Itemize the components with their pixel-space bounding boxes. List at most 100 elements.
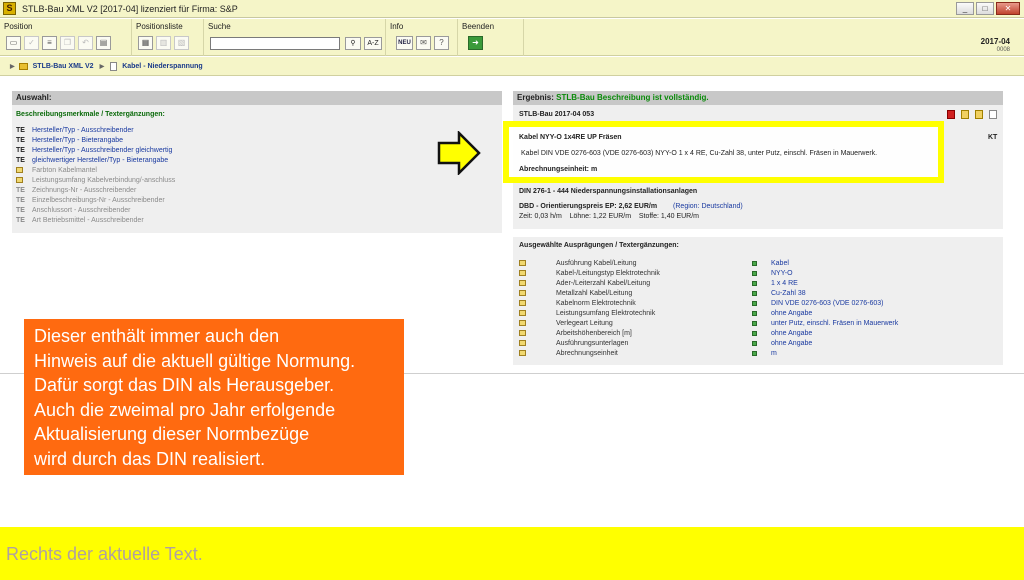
- list-item[interactable]: TE Zeichnungs-Nr - Ausschreibender: [16, 185, 136, 195]
- export-icon[interactable]: [961, 110, 969, 119]
- build-number: 0008: [996, 47, 1010, 53]
- breadcrumb-current[interactable]: Kabel - Niederspannung: [122, 63, 203, 70]
- exit-icon[interactable]: ➜: [468, 36, 483, 50]
- pdf-icon[interactable]: [947, 110, 955, 119]
- callout-line: wird durch das DIN realisiert.: [34, 448, 266, 469]
- table-row[interactable]: Kabelnorm Elektrotechnik DIN VDE 0276-603…: [519, 298, 883, 308]
- table-row[interactable]: Ausführung Kabel/Leitung Kabel: [519, 258, 789, 268]
- kt-label: KT: [988, 134, 998, 141]
- list-item[interactable]: TE Art Betriebsmittel - Ausschreibender: [16, 215, 144, 225]
- attribute-icon: [519, 330, 526, 336]
- copy-text-icon[interactable]: [975, 110, 983, 119]
- group-label-position: Position: [4, 22, 33, 31]
- value-icon: [752, 320, 757, 326]
- auswahl-header: Auswahl:: [12, 91, 502, 105]
- help-button[interactable]: ?: [434, 36, 449, 50]
- neu-button[interactable]: NEU: [396, 36, 413, 50]
- maximize-button[interactable]: □: [976, 2, 994, 15]
- breadcrumb-arrow-icon: ▶: [10, 63, 15, 70]
- table-row[interactable]: Metallzahl Kabel/Leitung Cu-Zahl 38: [519, 288, 806, 298]
- attribute-icon: [519, 320, 526, 326]
- document-icon[interactable]: ▤: [96, 36, 111, 50]
- table-row[interactable]: Ader-/Leiterzahl Kabel/Leitung 1 x 4 RE: [519, 278, 798, 288]
- value-icon: [752, 290, 757, 296]
- attribute-icon: [16, 177, 23, 183]
- callout-box: Dieser enthält immer auch den Hinweis au…: [24, 319, 404, 475]
- attribute-icon: [519, 260, 526, 266]
- toolbar-group-positionsliste: Positionsliste ▦ ▥ ▧: [132, 19, 204, 56]
- list-item[interactable]: Leistungsumfang Kabelverbindung/-anschlu…: [16, 175, 175, 185]
- attribute-icon: [519, 290, 526, 296]
- value-icon: [752, 280, 757, 286]
- table-row[interactable]: Kabel-/Leitungstyp Elektrotechnik NYY-O: [519, 268, 793, 278]
- list-item[interactable]: TE Hersteller/Typ - Ausschreibender: [16, 125, 134, 135]
- selected-panel: Ausgewählte Ausprägungen / Textergänzung…: [513, 237, 1003, 365]
- list-item[interactable]: TE Hersteller/Typ - Bieterangabe: [16, 135, 123, 145]
- breadcrumb-root[interactable]: STLB-Bau XML V2: [33, 63, 94, 70]
- new-position-icon[interactable]: ▭: [6, 36, 21, 50]
- version-label: 2017-04 0008: [981, 38, 1010, 54]
- merkmale-subtitle: Beschreibungsmerkmale / Textergänzungen:: [16, 111, 165, 118]
- attribute-icon: [519, 300, 526, 306]
- table-row[interactable]: Abrechnungseinheit m: [519, 348, 777, 358]
- footer-text: Rechts der aktuelle Text.: [6, 544, 203, 564]
- app-icon: S: [3, 2, 16, 15]
- table-row[interactable]: Arbeitshöhenbereich [m] ohne Angabe: [519, 328, 812, 338]
- attribute-icon: [519, 340, 526, 346]
- value-icon: [752, 260, 757, 266]
- search-input[interactable]: [210, 37, 340, 50]
- value-icon: [752, 340, 757, 346]
- short-text: Kabel NYY-O 1x4RE UP Fräsen: [519, 134, 622, 141]
- attribute-icon: [16, 167, 23, 173]
- list-item[interactable]: Farbton Kabelmantel: [16, 165, 97, 175]
- toolbar: Position ▭ ✓ ≡ ❐ ↶ ▤ Positionsliste ▦ ▥ …: [0, 19, 1024, 56]
- toolbar-group-info: Info NEU ✉ ?: [386, 19, 458, 56]
- group-label-positionsliste: Positionsliste: [136, 22, 183, 31]
- list-item[interactable]: TE gleichwertiger Hersteller/Typ - Bieter…: [16, 155, 168, 165]
- selected-header: Ausgewählte Ausprägungen / Textergänzung…: [519, 242, 679, 249]
- list-copy-icon[interactable]: ▥: [156, 36, 171, 50]
- list-item[interactable]: TE Anschlussort - Ausschreibender: [16, 205, 130, 215]
- value-icon: [752, 310, 757, 316]
- toolbar-group-position: Position ▭ ✓ ≡ ❐ ↶ ▤: [0, 19, 132, 56]
- value-icon: [752, 300, 757, 306]
- footer-bar: Rechts der aktuelle Text.: [0, 527, 1024, 580]
- minimize-button[interactable]: _: [956, 2, 974, 15]
- value-icon: [752, 270, 757, 276]
- table-row[interactable]: Leistungsumfang Elektrotechnik ohne Angab…: [519, 308, 812, 318]
- value-icon: [752, 330, 757, 336]
- binoculars-icon[interactable]: ⚲: [345, 37, 361, 50]
- attribute-icon: [519, 350, 526, 356]
- undo-icon[interactable]: ↶: [78, 36, 93, 50]
- group-label-suche: Suche: [208, 22, 231, 31]
- folder-icon: [18, 62, 28, 70]
- list-export-icon[interactable]: ▧: [174, 36, 189, 50]
- table-row[interactable]: Ausführungsunterlagen ohne Angabe: [519, 338, 812, 348]
- region-label: (Region: Deutschland): [673, 203, 743, 210]
- window-controls: _ □ ✕: [956, 2, 1020, 15]
- document-icon: [110, 61, 118, 71]
- price-line: DBD - Orientierungspreis EP: 2,62 EUR/m …: [519, 203, 743, 210]
- az-search-button[interactable]: A-Z: [364, 37, 382, 50]
- list-item[interactable]: TE Hersteller/Typ - Ausschreibender gleic…: [16, 145, 172, 155]
- attribute-icon: [519, 270, 526, 276]
- close-button[interactable]: ✕: [996, 2, 1020, 15]
- time-line: Zeit: 0,03 h/m Löhne: 1,22 EUR/m Stoffe:…: [519, 213, 700, 220]
- din-line: DIN 276-1 - 444 Niederspannungsinstallat…: [519, 188, 698, 195]
- callout-line: Dieser enthält immer auch den: [34, 326, 280, 346]
- group-label-beenden: Beenden: [462, 22, 495, 31]
- check-icon[interactable]: ✓: [24, 36, 39, 50]
- attribute-icon: [519, 280, 526, 286]
- unit-line: Abrechnungseinheit: m: [519, 166, 598, 173]
- list-item[interactable]: TE Einzelbeschreibungs-Nr - Ausschreibend…: [16, 195, 165, 205]
- callout-line: Dafür sorgt das DIN als Herausgeber.: [34, 375, 335, 395]
- copy-icon[interactable]: ❐: [60, 36, 75, 50]
- list-add-icon[interactable]: ▦: [138, 36, 153, 50]
- list-icon[interactable]: ≡: [42, 36, 57, 50]
- table-row[interactable]: Verlegeart Leitung unter Putz, einschl. F…: [519, 318, 898, 328]
- stlb-id: STLB-Bau 2017-04 053: [519, 111, 595, 118]
- callout-line: Hinweis auf die aktuell gültige Normung.: [34, 350, 356, 371]
- mail-icon[interactable]: ✉: [416, 36, 431, 50]
- mail-icon[interactable]: [989, 110, 997, 119]
- attribute-icon: [519, 310, 526, 316]
